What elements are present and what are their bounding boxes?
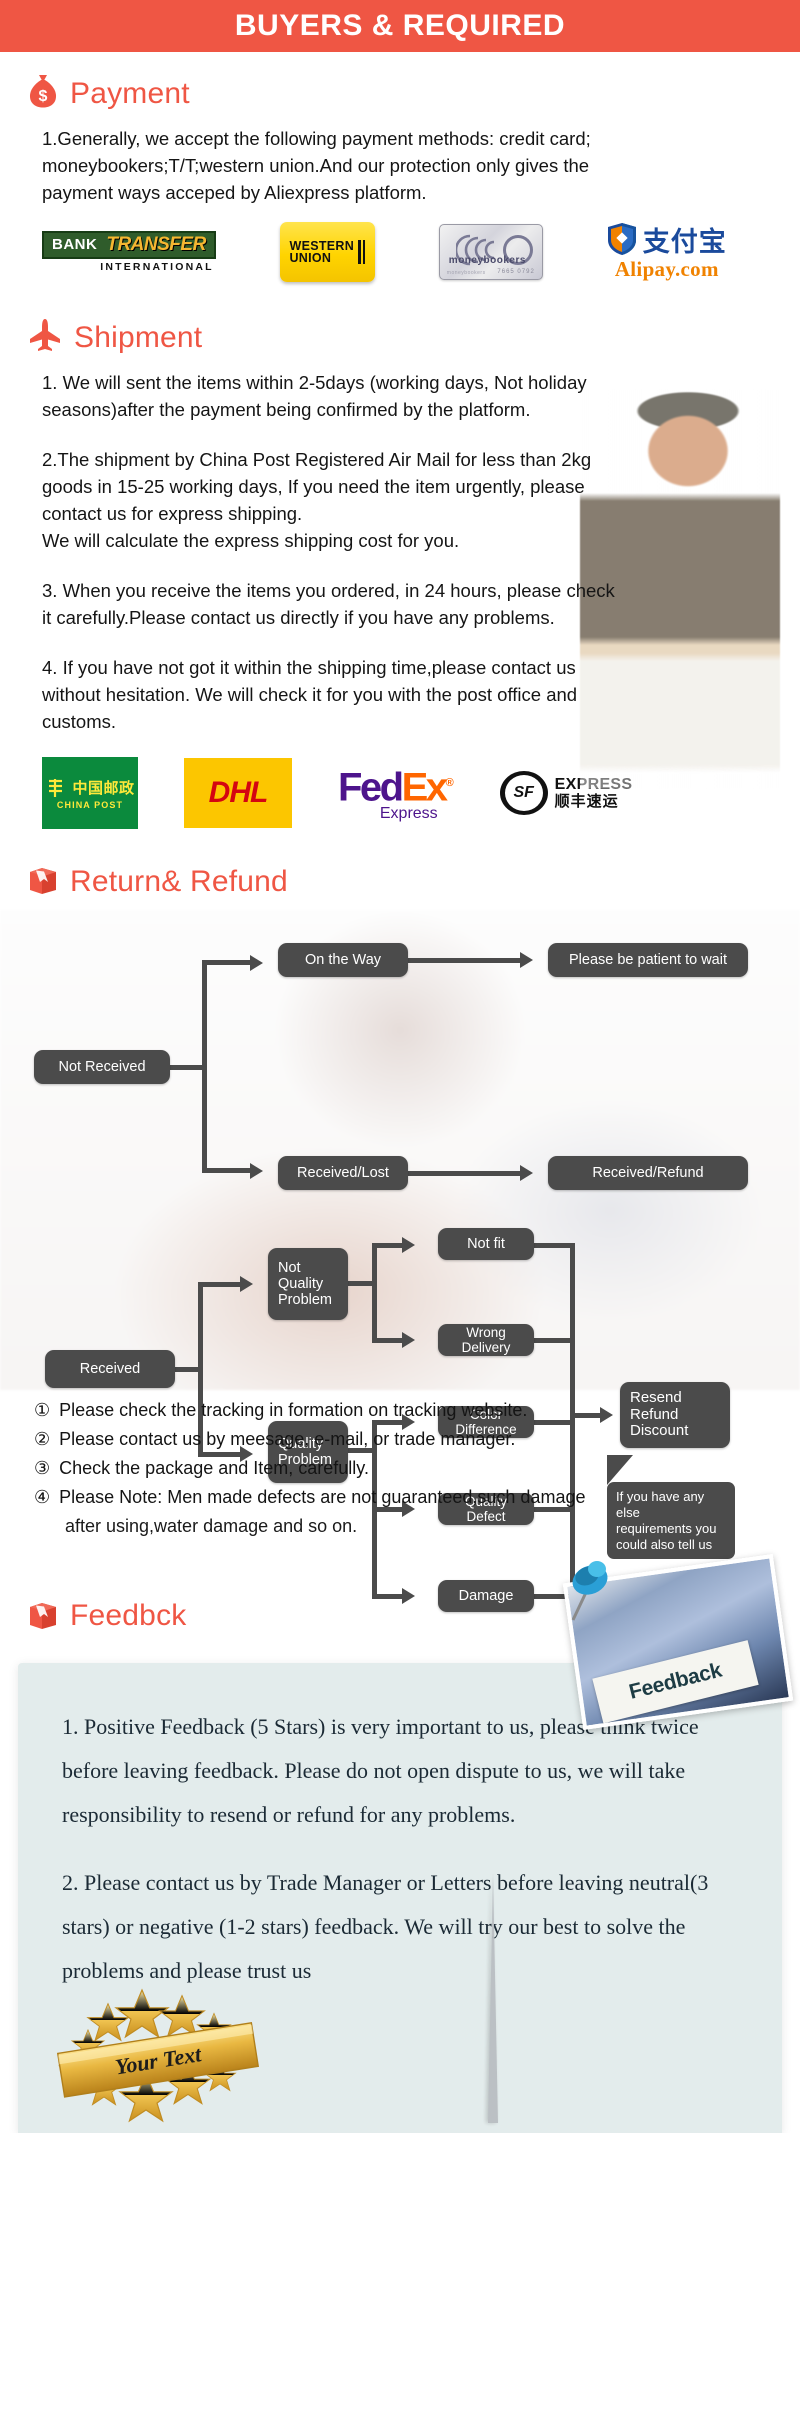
payment-text: 1.Generally, we accept the following pay… bbox=[42, 128, 591, 203]
alipay-en-text: Alipay.com bbox=[614, 257, 719, 281]
flow-node-damage[interactable]: Damage bbox=[438, 1580, 534, 1612]
bank-transfer-line3: INTERNATIONAL bbox=[100, 261, 214, 273]
china-post-en: CHINA POST bbox=[56, 799, 124, 810]
shipment-paragraph-1: 1. We will sent the items within 2-5days… bbox=[42, 372, 587, 420]
bank-transfer-logo: BANK TRANSFER INTERNATIONAL bbox=[42, 231, 216, 273]
note-text-2: Please contact us by meesage, e-mail, or… bbox=[59, 1429, 516, 1450]
fedex-logo: FedEx® Express bbox=[338, 763, 454, 823]
moneybookers-label: moneybookers bbox=[448, 255, 526, 266]
note-text-1: Please check the tracking in formation o… bbox=[59, 1400, 528, 1420]
note-item-3: ③ Check the package and Item, carefully. bbox=[34, 1454, 770, 1483]
flow-node-received-refund[interactable]: Received/Refund bbox=[548, 1156, 748, 1190]
push-pin-icon bbox=[559, 1556, 615, 1633]
moneybookers-number: 7665 0792 bbox=[497, 269, 535, 275]
flow-node-not-fit[interactable]: Not fit bbox=[438, 1228, 534, 1260]
china-post-logo: 中国邮政 CHINA POST bbox=[42, 757, 138, 829]
flow-node-on-the-way[interactable]: On the Way bbox=[278, 943, 408, 977]
needle-decoration bbox=[488, 1872, 498, 2123]
china-post-emblem-icon bbox=[49, 778, 63, 797]
sf-badge-text: SF bbox=[513, 784, 534, 801]
feedback-panel: 1. Positive Feedback (5 Stars) is very i… bbox=[18, 1662, 782, 2133]
page-title: BUYERS & REQUIRED bbox=[234, 9, 566, 42]
bank-transfer-line1: BANK bbox=[42, 231, 105, 259]
shipment-section-header: Shipment bbox=[0, 288, 800, 363]
fedex-ex-text: Ex bbox=[401, 765, 448, 810]
payment-logo-row: BANK TRANSFER INTERNATIONAL WESTERN UNIO… bbox=[0, 206, 800, 288]
return-flowchart: Not Received On the Way Please be patien… bbox=[0, 910, 800, 1612]
note-number-4: ④ bbox=[34, 1487, 51, 1508]
svg-text:$: $ bbox=[39, 88, 48, 105]
payment-section-header: $ Payment bbox=[0, 52, 800, 119]
product-policy-page: BUYERS & REQUIRED $ Payment 1.Generally,… bbox=[0, 0, 800, 2133]
flow-node-not-quality-problem[interactable]: Not Quality Problem bbox=[268, 1248, 348, 1320]
feedback-paragraph-1: 1. Positive Feedback (5 Stars) is very i… bbox=[62, 1713, 699, 1827]
alipay-cn-text: 支付宝 bbox=[642, 226, 727, 257]
money-bag-icon: $ bbox=[28, 74, 58, 113]
shipment-paragraph-3: 3. When you receive the items you ordere… bbox=[42, 580, 615, 628]
return-refund-section-header: Return& Refund bbox=[0, 835, 800, 906]
your-text-badge: Your Text bbox=[42, 1982, 272, 2133]
note-text-3: Check the package and Item, carefully. bbox=[59, 1458, 369, 1479]
page-banner: BUYERS & REQUIRED bbox=[0, 0, 800, 52]
fedex-reg-icon: ® bbox=[445, 776, 454, 789]
flowchart-background-photo bbox=[0, 910, 800, 1390]
china-post-cn: 中国邮政 bbox=[72, 780, 135, 797]
fedex-fed-text: Fed bbox=[338, 765, 404, 810]
feedback-section: Feedbck Feedback 1. Positive Feedback (5… bbox=[0, 1550, 800, 2133]
fedex-sub-text: Express bbox=[379, 805, 438, 823]
alipay-logo: 支付宝 Alipay.com bbox=[607, 222, 727, 282]
note-item-2: ② Please contact us by meesage, e-mail, … bbox=[34, 1425, 770, 1454]
shipment-paragraph-2: 2.The shipment by China Post Registered … bbox=[42, 449, 592, 551]
dhl-text: DHL bbox=[208, 776, 269, 809]
flow-node-received[interactable]: Received bbox=[45, 1350, 175, 1388]
feedback-sign-text: Feedback bbox=[626, 1658, 724, 1704]
payment-heading: Payment bbox=[70, 76, 190, 110]
feedback-heading: Feedbck bbox=[70, 1599, 187, 1633]
return-box-icon bbox=[28, 863, 58, 900]
note-item-1: ① Please check the tracking in formation… bbox=[34, 1396, 770, 1425]
note-text-4-continued: after using,water damage and so on. bbox=[65, 1515, 358, 1536]
moneybookers-logo: moneybookers moneybookers 7665 0792 bbox=[438, 224, 543, 280]
shipment-heading: Shipment bbox=[74, 320, 203, 354]
note-number-2: ② bbox=[34, 1429, 51, 1450]
western-union-line2: UNION bbox=[289, 251, 332, 265]
return-refund-heading: Return& Refund bbox=[70, 864, 288, 898]
return-notes-list: ① Please check the tracking in formation… bbox=[0, 1390, 800, 1540]
note-number-1: ① bbox=[34, 1400, 51, 1420]
sf-cn-text: 顺丰速运 bbox=[554, 792, 619, 810]
western-union-bars-icon bbox=[358, 240, 366, 264]
note-number-3: ③ bbox=[34, 1458, 51, 1479]
sf-badge-icon: SF bbox=[499, 771, 548, 815]
dhl-logo: DHL bbox=[184, 758, 292, 828]
flow-node-received-lost[interactable]: Received/Lost bbox=[278, 1156, 408, 1190]
flow-node-please-be-patient-to-wait[interactable]: Please be patient to wait bbox=[548, 943, 748, 977]
shipment-paragraph-4: 4. If you have not got it within the shi… bbox=[42, 657, 578, 732]
moneybookers-small: moneybookers bbox=[446, 270, 486, 276]
alipay-shield-icon bbox=[607, 222, 637, 261]
airplane-icon bbox=[28, 318, 62, 357]
flow-node-not-received[interactable]: Not Received bbox=[34, 1050, 170, 1084]
flow-node-wrong-delivery[interactable]: Wrong Delivery bbox=[438, 1324, 534, 1356]
western-union-logo: WESTERN UNION bbox=[279, 222, 375, 282]
note-text-4: Please Note: Men made defects are not gu… bbox=[59, 1487, 586, 1508]
feedback-paragraph-2: 2. Please contact us by Trade Manager or… bbox=[62, 1869, 709, 1983]
feedback-box-icon bbox=[28, 1598, 58, 1635]
bank-transfer-line2: TRANSFER bbox=[104, 231, 216, 259]
note-item-4: ④ Please Note: Men made defects are not … bbox=[34, 1483, 770, 1512]
